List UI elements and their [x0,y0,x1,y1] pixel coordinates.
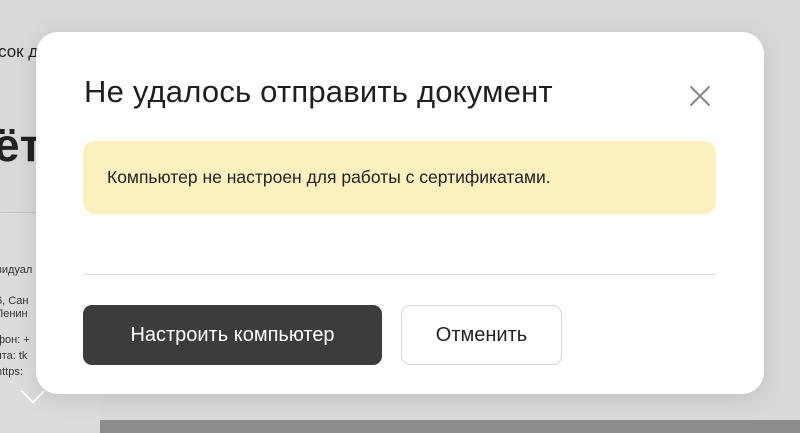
configure-computer-button[interactable]: Настроить компьютер [83,305,382,365]
divider [83,274,716,275]
background-breadcrumb: сок д [0,42,39,61]
background-text-line: чта: tk [0,350,28,362]
background-text-line: видуал [0,264,33,276]
dialog-title: Не удалось отправить документ [84,74,553,109]
close-icon [690,86,710,106]
alert-message: Компьютер не настроен для работы с серти… [107,167,551,187]
background-text-line: фон: + [0,334,30,346]
error-dialog: Не удалось отправить документ Компьютер … [36,32,764,394]
close-button[interactable] [686,82,714,110]
background-text-line: Ленин [0,308,28,320]
warning-alert: Компьютер не настроен для работы с серти… [83,141,716,214]
cancel-button[interactable]: Отменить [401,305,562,365]
background-text-line: https: [0,366,23,378]
background-text-line: 6, Сан [0,295,29,307]
